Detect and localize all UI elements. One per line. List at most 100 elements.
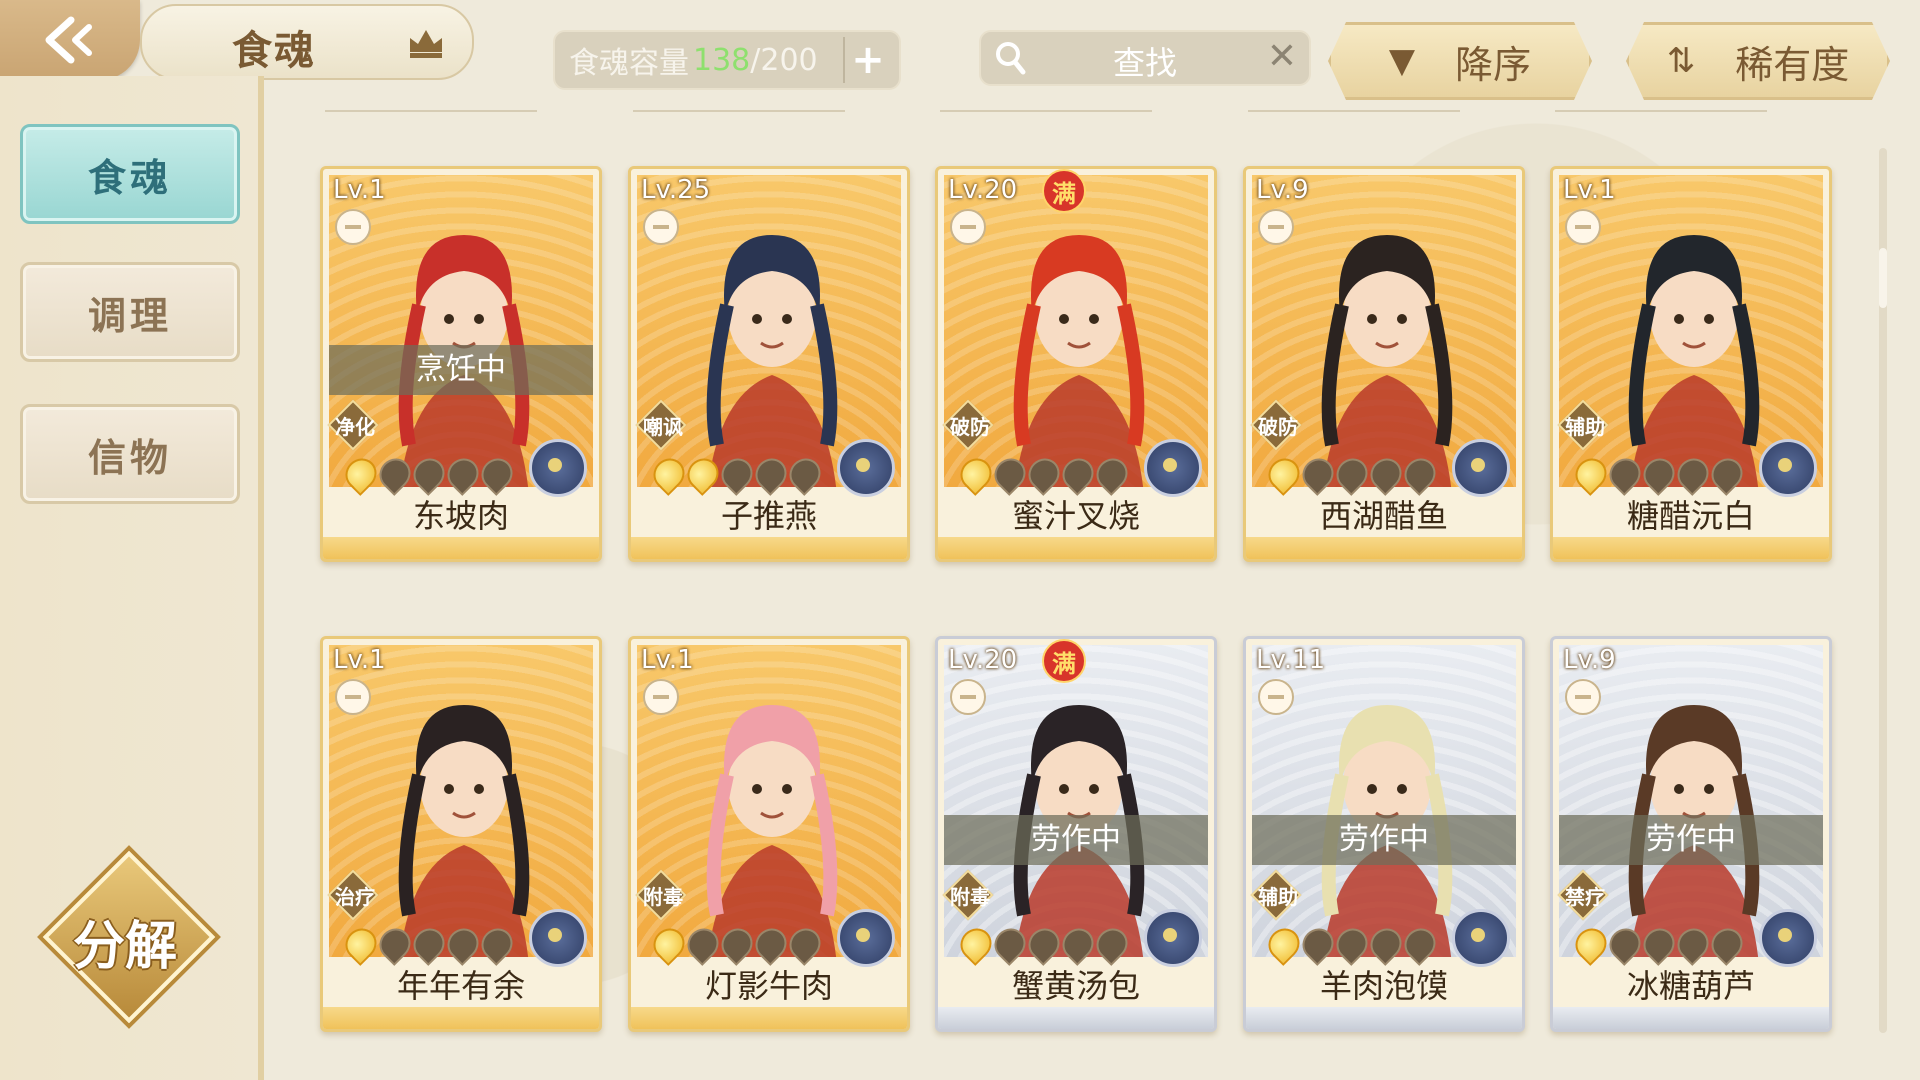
decompose-button[interactable]: 分解 bbox=[42, 850, 216, 1024]
food-soul-card[interactable]: Lv.11 劳作中 辅助 羊肉泡馍 bbox=[1243, 636, 1525, 1032]
flame-star-icon bbox=[373, 452, 417, 496]
food-soul-card[interactable]: Lv.25 嘲讽 子推燕 bbox=[628, 166, 910, 562]
sidebar-item-conditioning[interactable]: 调理 bbox=[20, 262, 240, 362]
card-name: 子推燕 bbox=[720, 497, 817, 535]
food-soul-card[interactable]: Lv.1 烹饪中 净化 东坡肉 bbox=[320, 166, 602, 562]
divider bbox=[633, 110, 845, 112]
clear-search-icon[interactable]: ✕ bbox=[1267, 36, 1297, 77]
role-badge: 附毒 bbox=[635, 869, 687, 921]
food-soul-card[interactable]: Lv.1 附毒 灯影牛肉 bbox=[628, 636, 910, 1032]
flame-star-icon bbox=[1296, 922, 1340, 966]
star-rating bbox=[339, 452, 519, 496]
role-badge: 附毒 bbox=[942, 869, 994, 921]
equipment-slot-icon bbox=[335, 679, 371, 715]
search-input[interactable]: 查找 bbox=[981, 38, 1309, 84]
food-soul-card[interactable]: Lv.20 满劳作中 附毒 蟹黄汤包 bbox=[935, 636, 1217, 1032]
flame-star-icon bbox=[1637, 452, 1681, 496]
role-badge: 治疗 bbox=[327, 869, 379, 921]
page-title-tab: 食魂 bbox=[140, 4, 474, 80]
add-capacity-button[interactable]: + bbox=[843, 37, 891, 83]
character-portrait bbox=[1321, 705, 1453, 957]
card-level: Lv.20 bbox=[948, 645, 1018, 675]
food-soul-card[interactable]: Lv.9 破防 西湖醋鱼 bbox=[1243, 166, 1525, 562]
character-portrait bbox=[1013, 705, 1145, 957]
card-band bbox=[323, 1007, 599, 1029]
max-level-badge: 满 bbox=[1042, 639, 1086, 683]
role-label: 辅助 bbox=[1258, 885, 1298, 909]
equipment-slot-icon bbox=[643, 209, 679, 245]
card-band bbox=[938, 537, 1214, 559]
search-box[interactable]: 查找 ✕ bbox=[979, 30, 1311, 86]
capacity-label: 食魂容量 bbox=[569, 46, 689, 81]
flame-star-icon bbox=[715, 452, 759, 496]
card-status: 劳作中 bbox=[1559, 815, 1823, 865]
divider bbox=[1555, 110, 1767, 112]
card-band bbox=[323, 537, 599, 559]
equipment-slot-icon bbox=[950, 679, 986, 715]
card-name: 羊肉泡馍 bbox=[1319, 967, 1448, 1005]
flame-star-icon bbox=[1296, 452, 1340, 496]
flame-star-icon bbox=[1090, 452, 1134, 496]
role-label: 破防 bbox=[1258, 415, 1298, 439]
element-icon bbox=[1452, 909, 1510, 967]
card-level: Lv.9 bbox=[1256, 175, 1309, 205]
equipment-slot-icon bbox=[643, 679, 679, 715]
flame-star-icon bbox=[1090, 922, 1134, 966]
character-portrait bbox=[1013, 235, 1145, 487]
flame-star-icon bbox=[475, 452, 519, 496]
food-soul-card[interactable]: Lv.1 治疗年年有余 bbox=[320, 636, 602, 1032]
equipment-slot-icon bbox=[1258, 209, 1294, 245]
flame-star-icon bbox=[1637, 922, 1681, 966]
role-label: 净化 bbox=[335, 415, 375, 439]
flame-star-icon bbox=[1330, 452, 1374, 496]
flame-star-icon bbox=[749, 452, 793, 496]
flame-star-icon bbox=[1398, 452, 1442, 496]
flame-star-icon bbox=[954, 922, 998, 966]
food-soul-card[interactable]: Lv.9 劳作中 禁疗 冰糖葫芦 bbox=[1550, 636, 1832, 1032]
star-rating bbox=[954, 922, 1134, 966]
card-level: Lv.9 bbox=[1563, 645, 1616, 675]
equipment-slot-icon bbox=[1565, 209, 1601, 245]
sidebar-item-tokens[interactable]: 信物 bbox=[20, 404, 240, 504]
crown-icon[interactable] bbox=[404, 22, 448, 62]
triangle-down-icon: ▼ bbox=[1388, 41, 1416, 81]
flame-star-icon bbox=[1603, 922, 1647, 966]
flame-star-icon bbox=[1603, 452, 1647, 496]
star-rating bbox=[1569, 922, 1749, 966]
sort-key-button[interactable]: ⇅ 稀有度 bbox=[1626, 22, 1890, 100]
sort-order-button[interactable]: ▼ 降序 bbox=[1328, 22, 1592, 100]
card-band bbox=[631, 1007, 907, 1029]
food-soul-card[interactable]: Lv.1 辅助 糖醋沅白 bbox=[1550, 166, 1832, 562]
card-band bbox=[1246, 537, 1522, 559]
flame-star-icon bbox=[441, 922, 485, 966]
sidebar-item-food-souls[interactable]: 食魂 bbox=[20, 124, 240, 224]
divider bbox=[325, 110, 537, 112]
scrollbar[interactable] bbox=[1879, 148, 1887, 1033]
card-status: 劳作中 bbox=[944, 815, 1208, 865]
food-soul-card[interactable]: Lv.20 满破防 蜜汁叉烧 bbox=[935, 166, 1217, 562]
role-badge: 嘲讽 bbox=[635, 399, 687, 451]
element-icon bbox=[529, 909, 587, 967]
card-level: Lv.1 bbox=[333, 645, 386, 675]
star-rating bbox=[647, 452, 827, 496]
flame-star-icon bbox=[407, 922, 451, 966]
flame-star-icon bbox=[988, 452, 1032, 496]
flame-star-icon bbox=[1671, 922, 1715, 966]
flame-star-icon bbox=[988, 922, 1032, 966]
role-label: 禁疗 bbox=[1565, 885, 1605, 909]
role-label: 治疗 bbox=[335, 885, 375, 909]
flame-star-icon bbox=[1398, 922, 1442, 966]
capacity-separator: / bbox=[750, 42, 761, 78]
flame-star-icon bbox=[339, 452, 383, 496]
star-rating bbox=[647, 922, 827, 966]
card-level: Lv.1 bbox=[1563, 175, 1616, 205]
role-label: 嘲讽 bbox=[643, 415, 683, 439]
flame-star-icon bbox=[681, 922, 725, 966]
flame-star-icon bbox=[1262, 452, 1306, 496]
card-name: 年年有余 bbox=[396, 967, 525, 1005]
flame-star-icon bbox=[1330, 922, 1374, 966]
scrollbar-thumb[interactable] bbox=[1879, 248, 1887, 308]
sidebar-item-label: 信物 bbox=[87, 435, 172, 480]
back-button[interactable] bbox=[0, 0, 140, 80]
role-label: 附毒 bbox=[950, 885, 990, 909]
